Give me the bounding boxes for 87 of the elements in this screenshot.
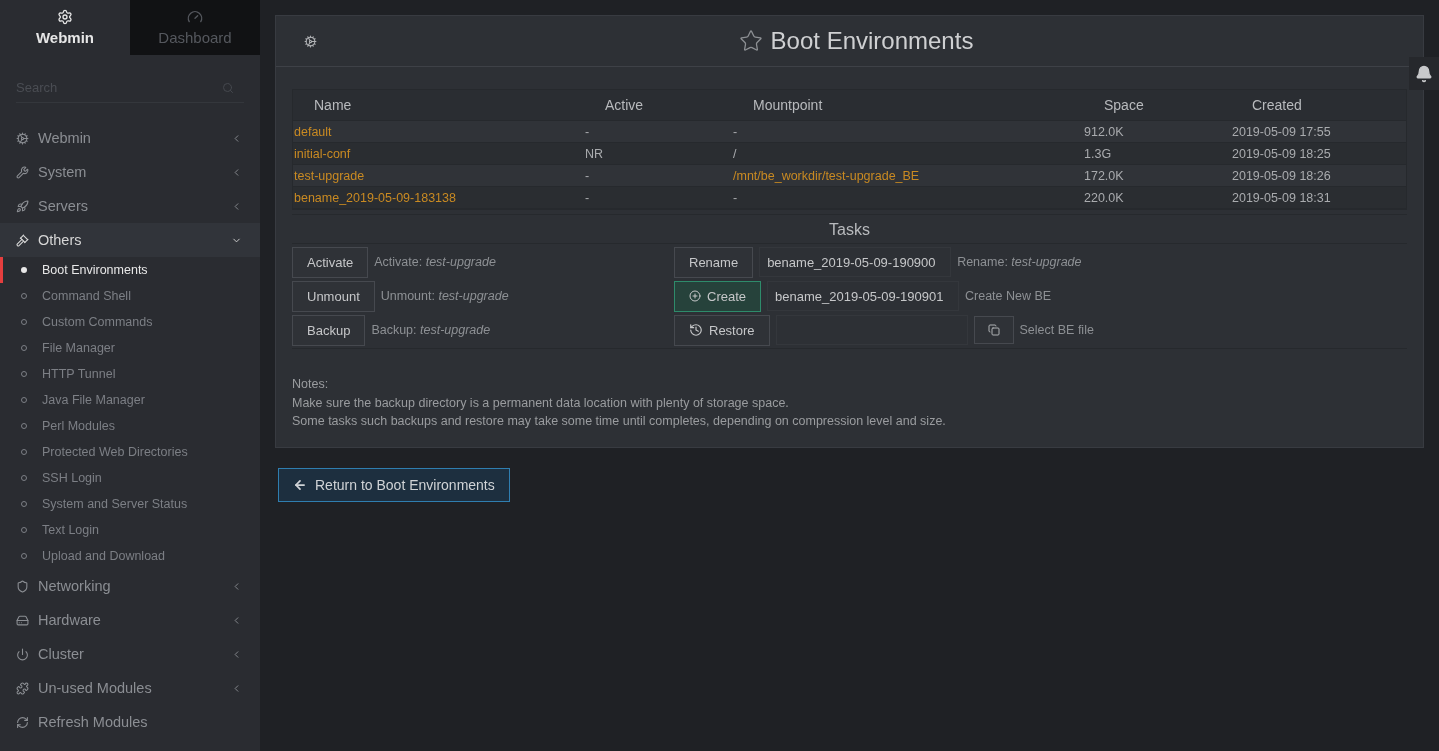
task-button[interactable]: Activate — [292, 246, 369, 278]
menu-item[interactable]: SSH Login — [0, 465, 260, 491]
history-icon — [689, 323, 703, 337]
table-cell-text: - — [732, 124, 739, 139]
menu-item[interactable]: System and Server Status — [0, 491, 260, 517]
menu-category[interactable]: Networking — [0, 569, 260, 603]
menu-category[interactable]: Webmin — [0, 121, 260, 155]
notification-tab[interactable] — [1409, 57, 1439, 90]
menu-category[interactable]: Hardware — [0, 603, 260, 637]
column-header: Space — [1103, 97, 1145, 113]
gear-icon — [16, 131, 29, 145]
table-cell-text: 2019-05-09 18:31 — [1231, 190, 1332, 205]
menu-category[interactable]: Servers — [0, 189, 260, 223]
menu-category[interactable]: Un-used Modules — [0, 671, 260, 705]
shield-icon — [16, 579, 29, 593]
table-cell-text: 912.0K — [1083, 124, 1125, 139]
menu-category[interactable]: Cluster — [0, 637, 260, 671]
note-text: Some tasks such backups and restore may take some time until completes, depending on compression level and size. — [292, 413, 947, 430]
menu-item[interactable]: File Manager — [0, 335, 260, 361]
column-header: Active — [604, 97, 645, 113]
table-cell-text: 2019-05-09 18:25 — [1231, 146, 1332, 161]
menu-category[interactable]: Others — [0, 223, 260, 257]
table-link[interactable]: initial-conf — [293, 146, 584, 161]
gavel-icon — [16, 233, 29, 247]
menu-item[interactable]: Text Login — [0, 517, 260, 543]
task-hint: Unmount: test-upgrade — [380, 289, 509, 303]
task-hint: Rename: test-upgrade — [957, 255, 1082, 269]
menu-item[interactable]: HTTP Tunnel — [0, 361, 260, 387]
plus-icon — [689, 290, 701, 302]
table-link[interactable]: default — [293, 124, 584, 139]
menu-category[interactable]: System — [0, 155, 260, 189]
menu-item[interactable]: Boot Environments — [0, 257, 260, 283]
name-field[interactable]: bename_2019-05-09-190901 — [767, 281, 960, 311]
menu-item[interactable]: Command Shell — [0, 283, 260, 309]
create-button[interactable]: Create — [674, 280, 762, 312]
task-hint: Activate: test-upgrade — [374, 255, 496, 269]
refresh-icon — [16, 715, 29, 729]
cog-icon — [57, 9, 73, 25]
table-cell-text: - — [584, 190, 591, 205]
table-cell-text: 1.3G — [1083, 146, 1113, 161]
browse-button[interactable] — [973, 316, 1014, 344]
task-hint: Create New BE — [965, 289, 1052, 303]
menu-item[interactable]: Protected Web Directories — [0, 439, 260, 465]
menu-item[interactable]: Java File Manager — [0, 387, 260, 413]
note-text: Make sure the backup directory is a permanent data location with plenty of storage space. — [292, 394, 790, 412]
column-header: Created — [1251, 97, 1303, 113]
task-hint: Select BE file — [1019, 323, 1094, 337]
table-cell-text: - — [584, 168, 591, 183]
puzzle-icon — [16, 681, 29, 695]
sidebar-tab[interactable]: Dashboard — [130, 0, 260, 55]
table-link[interactable]: /mnt/be_workdir/test-upgrade_BE — [732, 168, 1083, 183]
restore-button[interactable]: Restore — [674, 314, 770, 346]
wrench-icon — [16, 165, 29, 179]
rocket-icon — [16, 199, 29, 213]
table-cell-text: 172.0K — [1083, 168, 1125, 183]
table-cell-text: NR — [584, 146, 605, 161]
name-field[interactable]: bename_2019-05-09-190900 — [759, 247, 952, 277]
table-link[interactable]: bename_2019-05-09-183138 — [293, 190, 584, 205]
table-cell-text: 2019-05-09 18:26 — [1231, 168, 1332, 183]
task-button[interactable]: Backup — [292, 314, 366, 346]
table-cell-text: 220.0K — [1083, 190, 1125, 205]
menu-item[interactable]: Upload and Download — [0, 543, 260, 569]
menu-item[interactable]: Custom Commands — [0, 309, 260, 335]
note-text: Notes: — [292, 376, 330, 393]
task-hint: Backup: test-upgrade — [371, 323, 491, 337]
table-cell-text: 2019-05-09 17:55 — [1231, 124, 1332, 139]
column-header: Mountpoint — [752, 97, 824, 113]
task-button[interactable]: Unmount — [292, 280, 375, 312]
table-link[interactable]: test-upgrade — [293, 168, 584, 183]
search-icon — [222, 82, 234, 94]
gear-icon[interactable] — [304, 34, 317, 48]
page-title: Boot Environments — [738, 27, 974, 55]
table-cell-text: / — [732, 146, 738, 161]
column-header: Name — [313, 97, 353, 113]
copy-icon — [987, 324, 1000, 336]
power-icon — [16, 647, 29, 661]
menu-item[interactable]: Perl Modules — [0, 413, 260, 439]
return-button[interactable]: Return to Boot Environments — [278, 467, 510, 502]
drive-icon — [16, 613, 29, 627]
section-title: Tasks — [292, 214, 1407, 244]
table-cell-text: - — [584, 124, 591, 139]
rename-button[interactable]: Rename — [674, 246, 754, 278]
bell-icon — [1415, 64, 1433, 83]
table-cell-text: - — [732, 190, 739, 205]
star-icon[interactable] — [738, 29, 763, 53]
menu-category[interactable]: Refresh Modules — [0, 705, 260, 739]
gauge-icon — [187, 9, 203, 25]
